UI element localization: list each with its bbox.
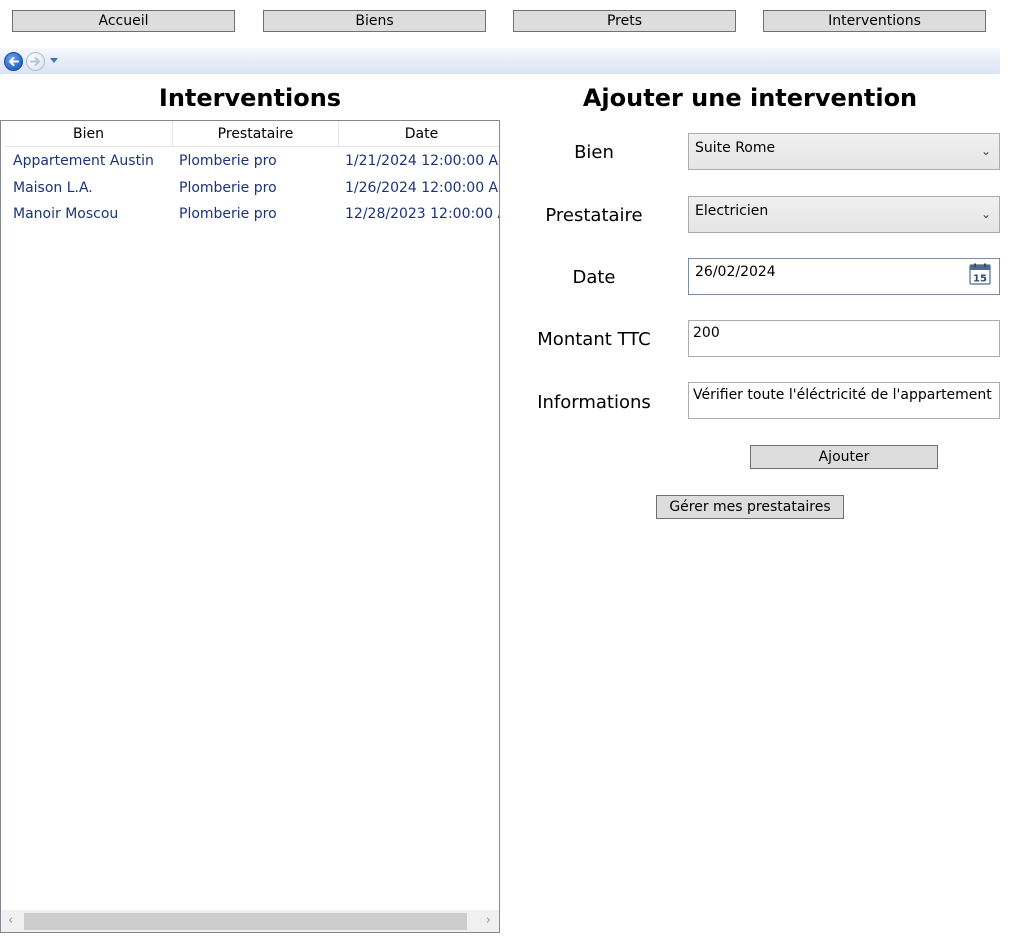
chevron-down-icon: ⌄ (980, 144, 991, 158)
cell-prestataire: Plomberie pro (179, 206, 277, 222)
scrollbar-thumb[interactable] (24, 913, 467, 930)
manage-providers-button[interactable]: Gérer mes prestataires (656, 495, 844, 519)
interventions-button[interactable]: Interventions (763, 10, 986, 32)
calendar-day: 15 (973, 274, 987, 285)
informations-value: Vérifier toute l'éléctricité de l'appart… (693, 387, 992, 403)
prestataire-select-value: Electricien (695, 203, 769, 219)
prets-button[interactable]: Prets (513, 10, 736, 32)
chevron-down-icon: ⌄ (980, 207, 991, 221)
cell-bien: Appartement Austin (13, 153, 154, 169)
add-intervention-title: Ajouter une intervention (582, 84, 918, 112)
cell-prestataire: Plomberie pro (179, 180, 277, 196)
ajouter-button[interactable]: Ajouter (750, 445, 938, 469)
chevron-down-icon[interactable] (50, 58, 58, 63)
list-header: Bien Prestataire Date (1, 121, 499, 148)
interventions-title: Interventions (158, 84, 342, 112)
forward-arrow-icon[interactable] (26, 52, 45, 71)
montant-value: 200 (693, 325, 720, 341)
bien-label: Bien (574, 142, 614, 163)
cell-date: 12/28/2023 12:00:00 AM (345, 206, 499, 222)
biens-button[interactable]: Biens (263, 10, 486, 32)
chevron-right-icon[interactable]: › (486, 914, 491, 928)
column-header-date[interactable]: Date (339, 121, 499, 147)
cell-date: 1/21/2024 12:00:00 AM (345, 153, 499, 169)
prestataire-select[interactable]: Electricien ⌄ (688, 196, 1000, 233)
navigation-bar (0, 48, 1000, 74)
informations-input[interactable]: Vérifier toute l'éléctricité de l'appart… (688, 382, 1000, 419)
back-arrow-icon[interactable] (4, 52, 23, 71)
horizontal-scrollbar[interactable]: ‹ › (1, 910, 499, 932)
montant-label: Montant TTC (537, 329, 651, 350)
chevron-left-icon[interactable]: ‹ (8, 914, 13, 928)
prestataire-label: Prestataire (545, 205, 643, 226)
column-header-bien[interactable]: Bien (5, 121, 173, 147)
montant-input[interactable]: 200 (688, 320, 1000, 357)
date-label: Date (572, 267, 616, 288)
list-row[interactable]: Manoir Moscou Plomberie pro 12/28/2023 1… (1, 201, 499, 227)
bien-select[interactable]: Suite Rome ⌄ (688, 133, 1000, 170)
cell-date: 1/26/2024 12:00:00 AM (345, 180, 499, 196)
cell-bien: Manoir Moscou (13, 206, 119, 222)
informations-label: Informations (537, 392, 651, 413)
list-row[interactable]: Maison L.A. Plomberie pro 1/26/2024 12:0… (1, 175, 499, 201)
cell-prestataire: Plomberie pro (179, 153, 277, 169)
cell-bien: Maison L.A. (13, 180, 93, 196)
calendar-icon[interactable]: 15 (969, 263, 991, 285)
list-row[interactable]: Appartement Austin Plomberie pro 1/21/20… (1, 148, 499, 174)
date-value: 26/02/2024 (695, 264, 776, 280)
accueil-button[interactable]: Accueil (12, 10, 235, 32)
column-header-prestataire[interactable]: Prestataire (173, 121, 339, 147)
date-picker[interactable]: 26/02/2024 15 (688, 258, 1000, 295)
bien-select-value: Suite Rome (695, 140, 776, 156)
interventions-list[interactable]: Bien Prestataire Date Appartement Austin… (0, 120, 500, 933)
